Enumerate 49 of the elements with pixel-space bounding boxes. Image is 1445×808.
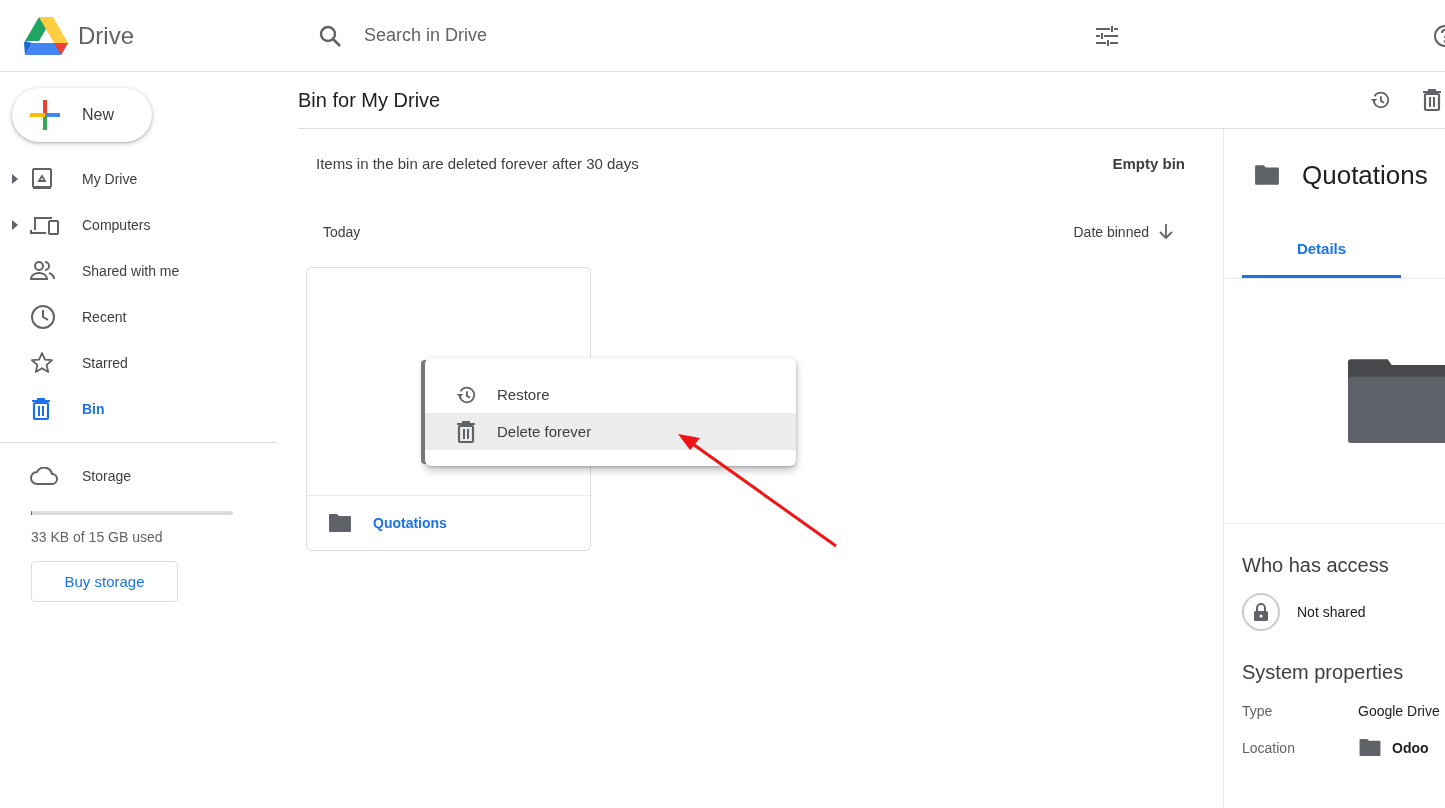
properties-heading: System properties	[1241, 661, 1405, 684]
details-tab[interactable]: Details	[1242, 221, 1401, 278]
search-field[interactable]: Search in Drive	[362, 24, 966, 47]
sidebar-item[interactable]: Recent	[0, 294, 277, 340]
app-name: Drive	[78, 21, 134, 50]
page-title: Bin for My Drive	[298, 88, 442, 112]
clock-icon	[30, 304, 56, 330]
file-name: Quotations	[373, 515, 447, 531]
sidebar-item[interactable]: Bin	[0, 386, 277, 432]
sidebar-item[interactable]: Starred	[0, 340, 277, 386]
drive-logo-icon	[24, 16, 68, 55]
expand-caret-icon[interactable]	[12, 220, 18, 230]
access-heading: Who has access	[1241, 554, 1390, 577]
property-label: Type	[1242, 702, 1274, 719]
property-value: Google Drive	[1358, 702, 1440, 719]
plus-icon	[30, 100, 60, 130]
people-icon	[30, 259, 56, 283]
search-icon[interactable]	[318, 23, 342, 48]
cloud-icon	[30, 467, 58, 485]
section-heading: Today	[323, 224, 361, 240]
folder-icon	[327, 513, 353, 533]
storage-item[interactable]: Storage	[0, 453, 280, 499]
property-value: Odoo	[1392, 739, 1429, 756]
sidebar-item[interactable]: Computers	[0, 202, 277, 248]
arrow-down-icon	[1159, 224, 1173, 240]
sidebar-item[interactable]: My Drive	[0, 156, 277, 202]
restore-icon	[1369, 89, 1391, 111]
buy-storage-button[interactable]: Buy storage	[31, 561, 178, 602]
star-icon	[30, 351, 54, 375]
sharing-status: Not shared	[1297, 604, 1366, 620]
drive-icon	[30, 167, 54, 191]
menu-item[interactable]: Restore	[425, 376, 796, 413]
lock-icon	[1242, 593, 1280, 631]
new-button[interactable]: New	[12, 88, 152, 142]
expand-caret-icon[interactable]	[12, 174, 18, 184]
folder-icon	[1358, 738, 1382, 757]
sidebar-item[interactable]: Shared with me	[0, 248, 277, 294]
menu-item[interactable]: Delete forever	[425, 413, 796, 450]
folder-icon	[1254, 164, 1280, 186]
filter-options-icon[interactable]	[1095, 24, 1119, 47]
storage-usage: 33 KB of 15 GB used	[31, 529, 164, 545]
details-title: Quotations	[1302, 159, 1428, 191]
empty-bin-button[interactable]: Empty bin	[1112, 154, 1185, 172]
trash-icon	[455, 419, 477, 444]
trash-icon	[30, 397, 52, 421]
bin-notice: Items in the bin are deleted forever after 30 days	[316, 154, 639, 172]
property-label: Location	[1242, 739, 1296, 756]
delete-icon	[1421, 88, 1443, 112]
sort-button[interactable]: Date binned	[1073, 224, 1173, 240]
